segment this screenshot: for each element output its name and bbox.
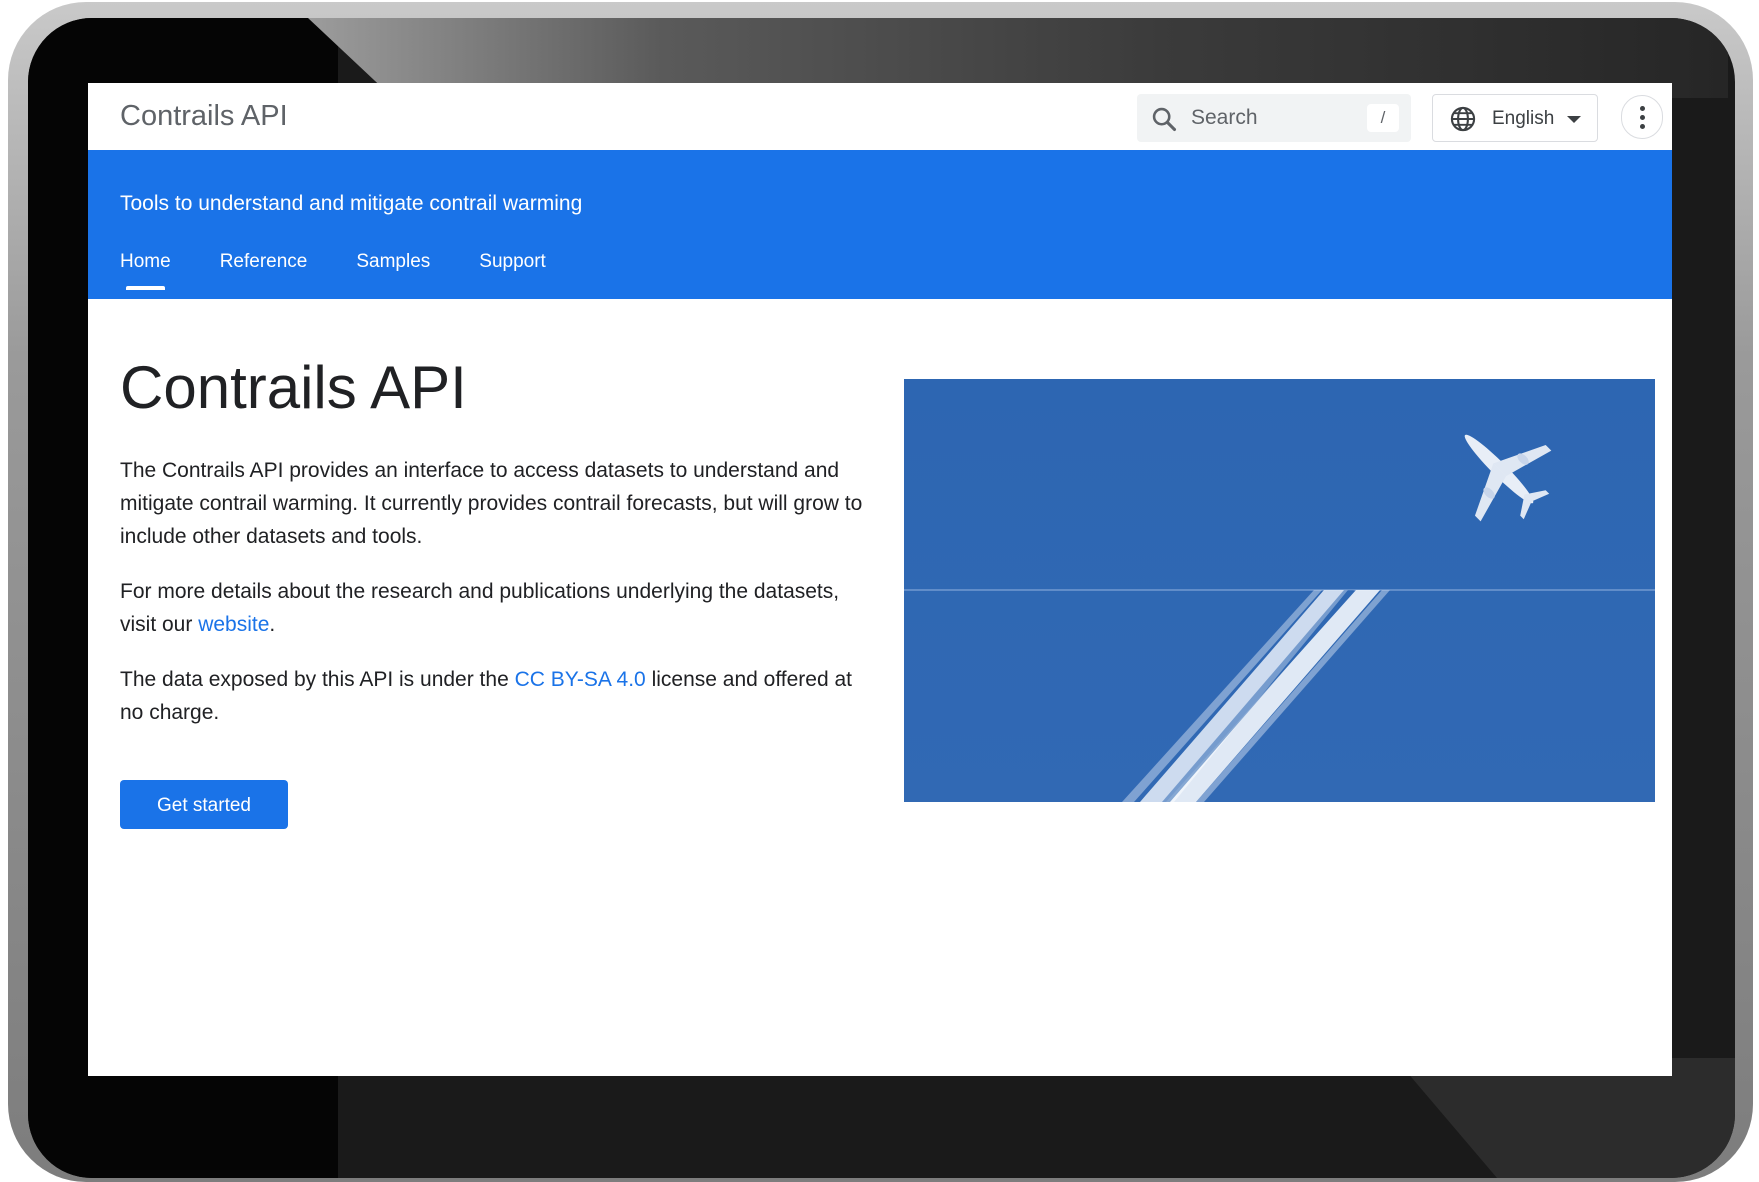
- airplane-contrail-illustration: [904, 379, 1655, 802]
- tab-support[interactable]: Support: [479, 250, 546, 274]
- language-label: English: [1492, 108, 1555, 129]
- search-box[interactable]: Search /: [1137, 94, 1411, 142]
- top-bar: Contrails API Search / English: [88, 83, 1672, 150]
- search-icon: [1152, 107, 1177, 132]
- main-tabs: Home Reference Samples Support: [120, 250, 595, 290]
- research-paragraph: For more details about the research and …: [120, 580, 840, 636]
- more-vert-icon: [1640, 106, 1645, 111]
- tab-samples[interactable]: Samples: [356, 250, 430, 274]
- active-tab-indicator: [126, 286, 165, 290]
- caret-down-icon: [1567, 116, 1581, 123]
- language-selector[interactable]: English: [1432, 94, 1598, 142]
- hero-image-contrail: [904, 379, 1655, 802]
- intro-paragraph: The Contrails API provides an interface …: [120, 459, 863, 548]
- website-link[interactable]: website: [198, 613, 269, 636]
- page-title: Contrails API: [120, 354, 467, 421]
- search-shortcut-badge: /: [1367, 104, 1399, 132]
- site-title[interactable]: Contrails API: [120, 99, 288, 133]
- globe-icon: [1450, 106, 1476, 132]
- browser-screen: Contrails API Search / English Tools to …: [88, 83, 1672, 1076]
- license-link[interactable]: CC BY-SA 4.0: [515, 668, 646, 691]
- tab-reference[interactable]: Reference: [220, 250, 308, 274]
- get-started-button[interactable]: Get started: [120, 780, 288, 829]
- license-paragraph: The data exposed by this API is under th…: [120, 668, 852, 724]
- tab-home[interactable]: Home: [120, 250, 171, 290]
- more-options-button[interactable]: [1621, 95, 1663, 139]
- header-banner: Tools to understand and mitigate contrai…: [88, 150, 1672, 299]
- site-tagline: Tools to understand and mitigate contrai…: [120, 192, 583, 215]
- search-placeholder: Search: [1191, 106, 1258, 129]
